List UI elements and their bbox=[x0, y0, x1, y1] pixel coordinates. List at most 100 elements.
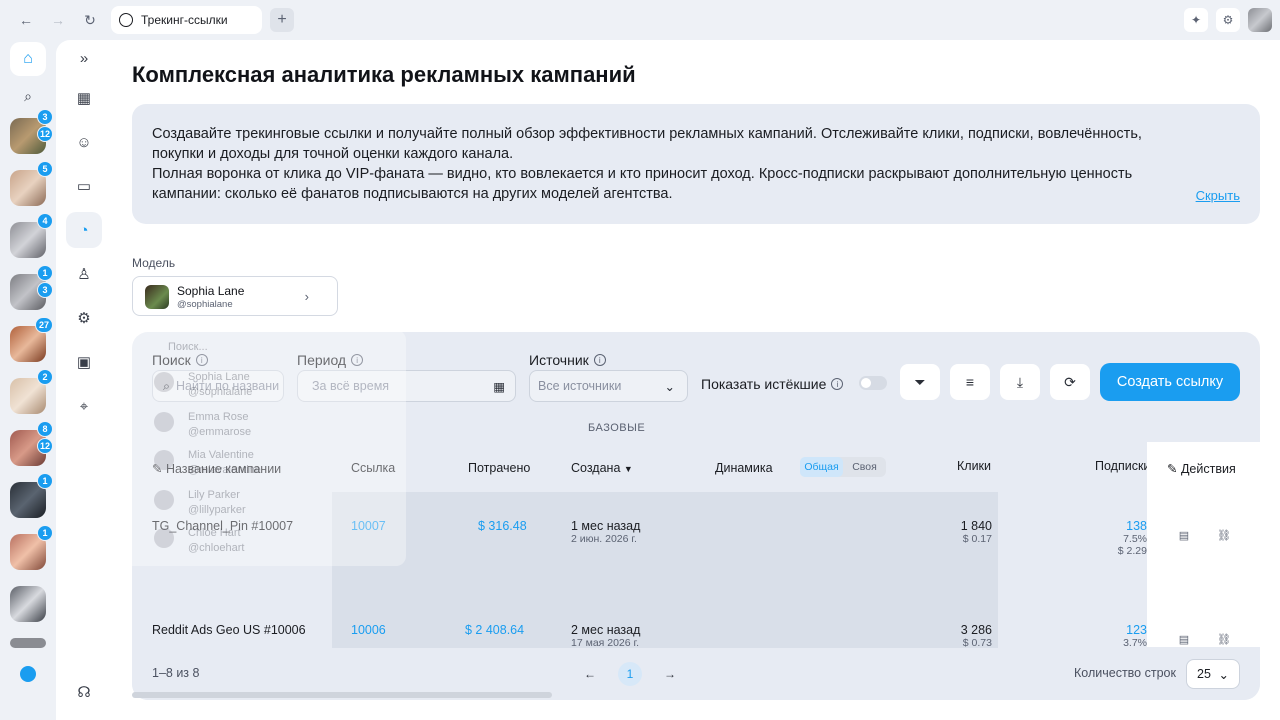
page-number[interactable]: 1 bbox=[618, 662, 642, 686]
back-icon[interactable]: ← bbox=[16, 10, 36, 30]
group-header: БАЗОВЫЕ bbox=[588, 422, 646, 434]
clicks-value: 1 840 $ 0.17 bbox=[960, 519, 992, 545]
user-avatar[interactable] bbox=[1248, 8, 1272, 32]
chevron-down-icon: ⌄ bbox=[1218, 667, 1229, 682]
download-icon[interactable]: ⤓ bbox=[1000, 364, 1040, 400]
campaign-name: Reddit Ads Geo US #10006 bbox=[152, 623, 306, 637]
subs-value: 123 3.7% bbox=[1123, 623, 1147, 649]
model-name: Sophia Lane bbox=[177, 284, 245, 298]
info-icon: i bbox=[593, 354, 606, 366]
gear-icon[interactable]: ⚙ bbox=[66, 300, 102, 336]
model-handle: @sophialane bbox=[177, 299, 233, 310]
notification-badge: 1 bbox=[37, 265, 53, 281]
scan-icon[interactable]: ⌖ bbox=[66, 388, 102, 424]
ghost-item: Chloe Hart @chloehart bbox=[188, 527, 245, 554]
spent-value: $ 2 408.64 bbox=[465, 623, 525, 637]
support-icon[interactable]: ☊ bbox=[66, 674, 102, 710]
telegram-icon[interactable] bbox=[20, 666, 36, 682]
range-text: 1–8 из 8 bbox=[152, 666, 200, 680]
model-label: Модель bbox=[132, 256, 176, 270]
sort-desc-icon: ▼ bbox=[623, 464, 633, 474]
sparkle-icon[interactable]: ✦ bbox=[1184, 8, 1208, 32]
col-actions: ✎ Действия bbox=[1167, 462, 1236, 476]
notification-badge: 2 bbox=[37, 369, 53, 385]
link-id[interactable]: 10006 bbox=[351, 623, 386, 637]
link-icon bbox=[119, 13, 133, 27]
columns-icon[interactable]: ≡ bbox=[950, 364, 990, 400]
col-subs[interactable]: Подписки bbox=[1095, 459, 1147, 473]
details-icon[interactable]: ▤ bbox=[1177, 632, 1191, 646]
calendar-icon: ▦ bbox=[493, 379, 505, 394]
page-title: Комплексная аналитика рекламных кампаний bbox=[132, 62, 636, 87]
notification-badge: 1 bbox=[37, 473, 53, 489]
next-page-icon[interactable]: → bbox=[658, 662, 682, 686]
users-icon[interactable]: ☺ bbox=[66, 124, 102, 160]
subs-value: 138 7.5% $ 2.29 bbox=[1117, 519, 1147, 557]
analytics-icon[interactable]: ◔ bbox=[66, 212, 102, 248]
chevron-down-icon: ⌄ bbox=[664, 379, 675, 394]
copy-link-icon[interactable]: ⛓ bbox=[1217, 632, 1231, 646]
notification-badge: 8 bbox=[37, 421, 53, 437]
rows-per-page-select[interactable]: 25 ⌄ bbox=[1186, 659, 1240, 689]
dynamics-toggle[interactable]: Общая Своя bbox=[800, 457, 886, 477]
browser-tab[interactable]: Трекинг-ссылки bbox=[111, 6, 262, 34]
new-tab-button[interactable]: + bbox=[270, 8, 294, 32]
section-nav: » ▦ ☺ ▭ ◔ ♙ ⚙ ▣ ⌖ ☊ bbox=[56, 40, 112, 720]
horizontal-scrollbar[interactable] bbox=[132, 692, 552, 698]
info-text: Создавайте трекинговые ссылки и получайт… bbox=[152, 126, 1142, 162]
info-icon: i bbox=[831, 378, 844, 390]
model-avatar[interactable] bbox=[10, 586, 46, 622]
create-link-button[interactable]: Создать ссылку bbox=[1100, 363, 1240, 401]
notification-badge: 27 bbox=[35, 317, 53, 333]
ghost-avatar bbox=[154, 412, 174, 432]
notification-badge: 12 bbox=[37, 438, 53, 454]
ghost-item: Sophia Lane @sophialane bbox=[188, 371, 253, 398]
copy-link-icon[interactable]: ⛓ bbox=[1217, 528, 1231, 542]
model-avatar bbox=[145, 285, 169, 309]
filter-icon[interactable]: ⏷ bbox=[900, 364, 940, 400]
source-label: Источник i bbox=[529, 352, 606, 368]
rows-label: Количество строк bbox=[1074, 666, 1176, 680]
notification-badge: 5 bbox=[37, 161, 53, 177]
notification-badge: 1 bbox=[37, 525, 53, 541]
model-avatar[interactable] bbox=[10, 638, 46, 648]
ghost-item: Emma Rose @emmarose bbox=[188, 411, 252, 438]
model-selector[interactable]: Sophia Lane @sophialane › bbox=[132, 276, 338, 316]
prev-page-icon[interactable]: ← bbox=[578, 662, 602, 686]
monitor-icon[interactable]: ▭ bbox=[66, 168, 102, 204]
details-icon[interactable]: ▤ bbox=[1177, 528, 1191, 542]
source-select[interactable]: Все источники ⌄ bbox=[529, 370, 688, 402]
show-expired-toggle[interactable] bbox=[859, 376, 887, 390]
hide-link[interactable]: Скрыть bbox=[1196, 186, 1240, 206]
info-text: Полная воронка от клика до VIP-фаната — … bbox=[152, 166, 1133, 202]
col-spent[interactable]: Потрачено bbox=[468, 461, 530, 475]
col-created[interactable]: Создана ▼ bbox=[571, 461, 633, 475]
ghost-search: Поиск... bbox=[168, 341, 208, 353]
actions-column: ✎ Действия ▤ ⛓ ▤ ⛓ bbox=[1147, 442, 1260, 647]
expand-icon[interactable]: » bbox=[66, 40, 102, 76]
model-dropdown-ghost: Поиск... Sophia Lane @sophialane Emma Ros… bbox=[112, 330, 406, 566]
seg-general[interactable]: Общая bbox=[800, 457, 843, 477]
home-icon[interactable]: ⌂ bbox=[10, 42, 46, 76]
ghost-item: Lily Parker @lillyparker bbox=[188, 489, 246, 516]
ghost-avatar bbox=[154, 450, 174, 470]
wallet-icon[interactable]: ▣ bbox=[66, 344, 102, 380]
settings-icon[interactable]: ⚙ bbox=[1216, 8, 1240, 32]
clicks-value: 3 286 $ 0.73 bbox=[960, 623, 992, 649]
col-dynamics: Динамика bbox=[715, 461, 773, 475]
ghost-avatar bbox=[154, 528, 174, 548]
col-clicks[interactable]: Клики bbox=[957, 459, 991, 473]
info-box: Создавайте трекинговые ссылки и получайт… bbox=[132, 104, 1260, 224]
notification-badge: 4 bbox=[37, 213, 53, 229]
search-icon[interactable]: ⌕ bbox=[18, 86, 38, 106]
seg-own[interactable]: Своя bbox=[843, 457, 886, 477]
forward-icon[interactable]: → bbox=[48, 10, 68, 30]
dashboard-icon[interactable]: ▦ bbox=[66, 80, 102, 116]
reload-icon[interactable]: ↻ bbox=[80, 10, 100, 30]
refresh-icon[interactable]: ⟳ bbox=[1050, 364, 1090, 400]
notification-badge: 3 bbox=[37, 109, 53, 125]
created-value: 1 мес назад 2 июн. 2026 г. bbox=[571, 519, 641, 545]
spent-value: $ 316.48 bbox=[478, 519, 527, 533]
person-icon[interactable]: ♙ bbox=[66, 256, 102, 292]
ghost-item: Mia Valentine @miavalentine bbox=[188, 449, 261, 476]
